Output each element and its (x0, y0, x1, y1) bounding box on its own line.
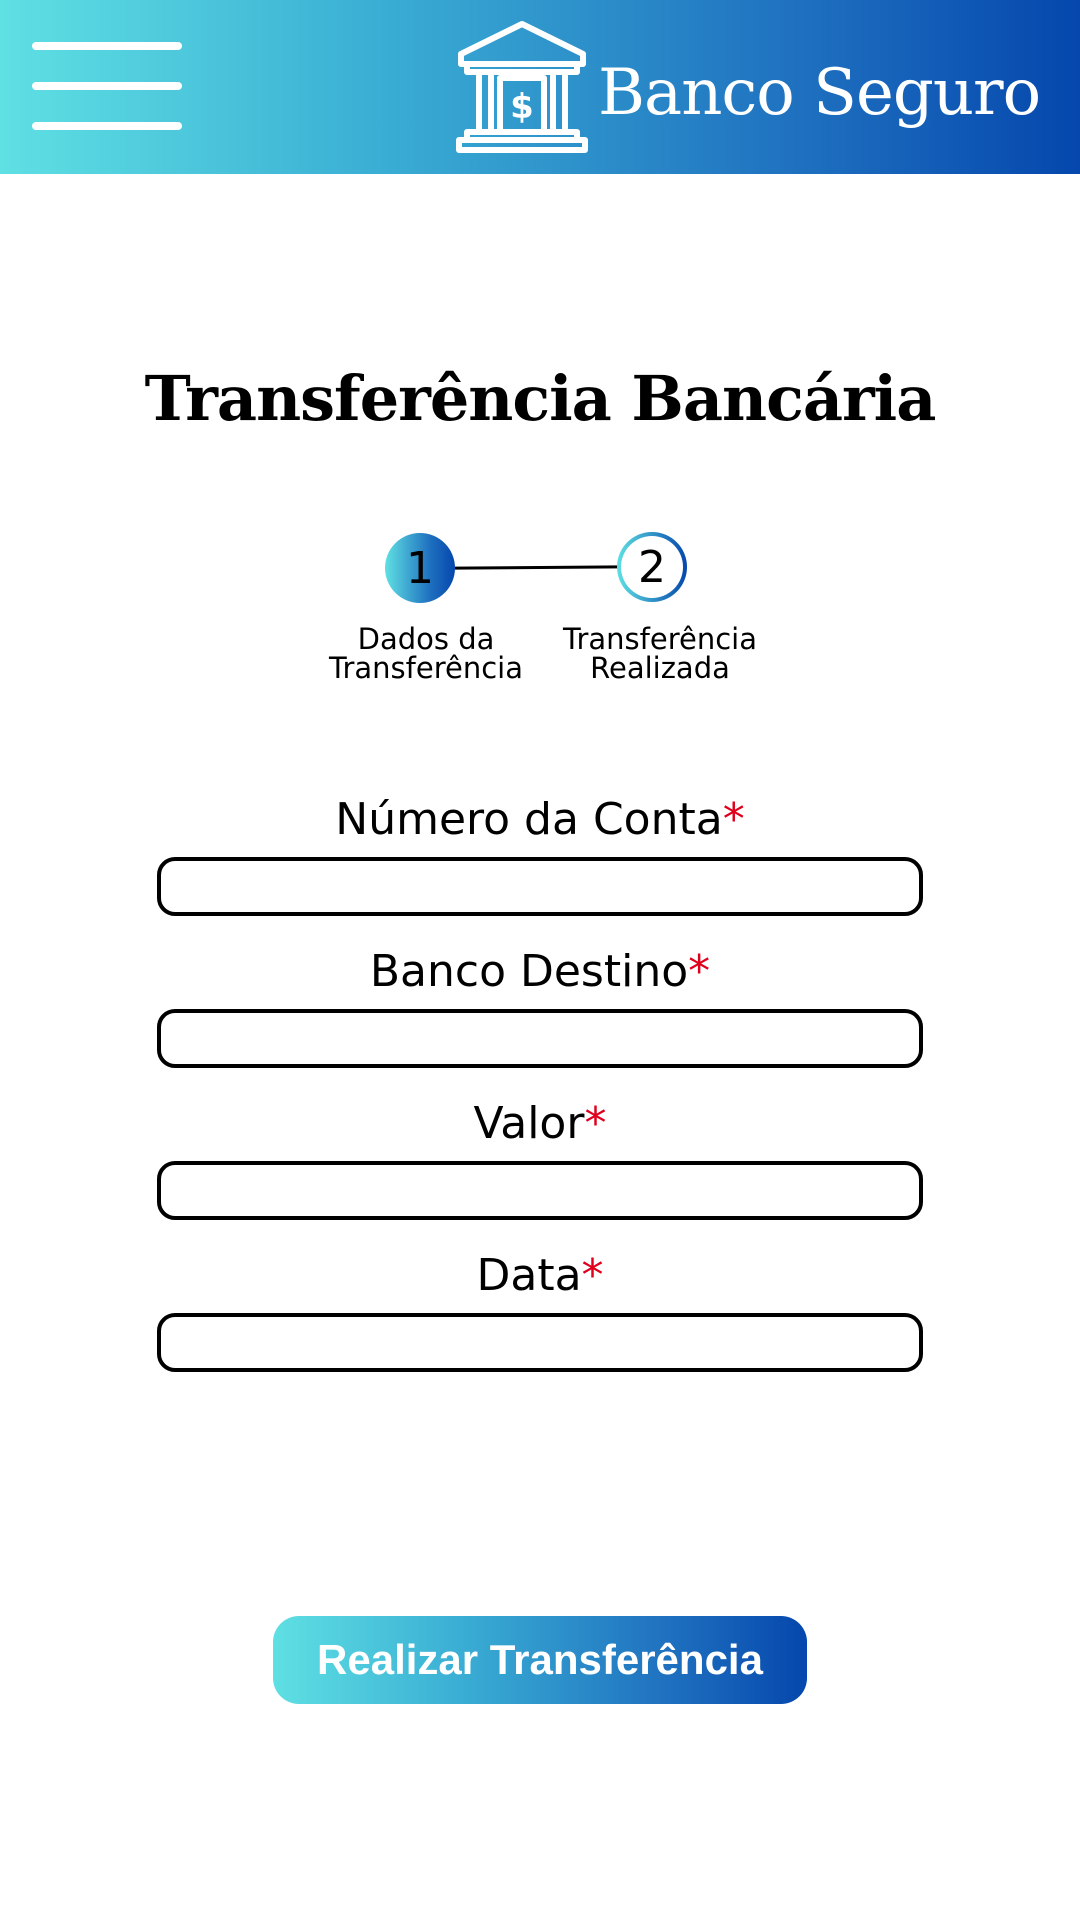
destination-bank-label: Banco Destino* (369, 946, 711, 997)
required-marker: * (584, 1098, 607, 1149)
menu-bar (32, 122, 182, 130)
amount-input[interactable] (157, 1161, 923, 1220)
date-label: Data* (476, 1250, 604, 1301)
account-number-label: Número da Conta* (335, 794, 745, 845)
destination-bank-input[interactable] (157, 1009, 923, 1068)
svg-text:$: $ (510, 87, 534, 127)
account-number-input[interactable] (157, 857, 923, 916)
menu-bar (32, 82, 182, 90)
date-input[interactable] (157, 1313, 923, 1372)
hamburger-menu-icon[interactable] (32, 42, 184, 132)
bank-building-dollar-icon: $ (456, 21, 588, 153)
app-header: $ Banco Seguro (0, 0, 1080, 174)
stepper-connector (454, 565, 621, 570)
required-marker: * (688, 946, 711, 997)
step-2-circle: 2 (617, 532, 687, 602)
required-marker: * (581, 1250, 604, 1301)
required-marker: * (722, 794, 745, 845)
amount-label: Valor* (473, 1098, 607, 1149)
step-1-circle: 1 (385, 533, 455, 603)
page-title: Transferência Bancária (144, 362, 937, 435)
step-1-label: Dados da Transferência (329, 622, 523, 685)
menu-bar (32, 42, 182, 50)
step-2-label: Transferência Realizada (563, 622, 757, 685)
brand-name: Banco Seguro (598, 56, 1041, 130)
submit-transfer-button[interactable]: Realizar Transferência (273, 1616, 807, 1704)
